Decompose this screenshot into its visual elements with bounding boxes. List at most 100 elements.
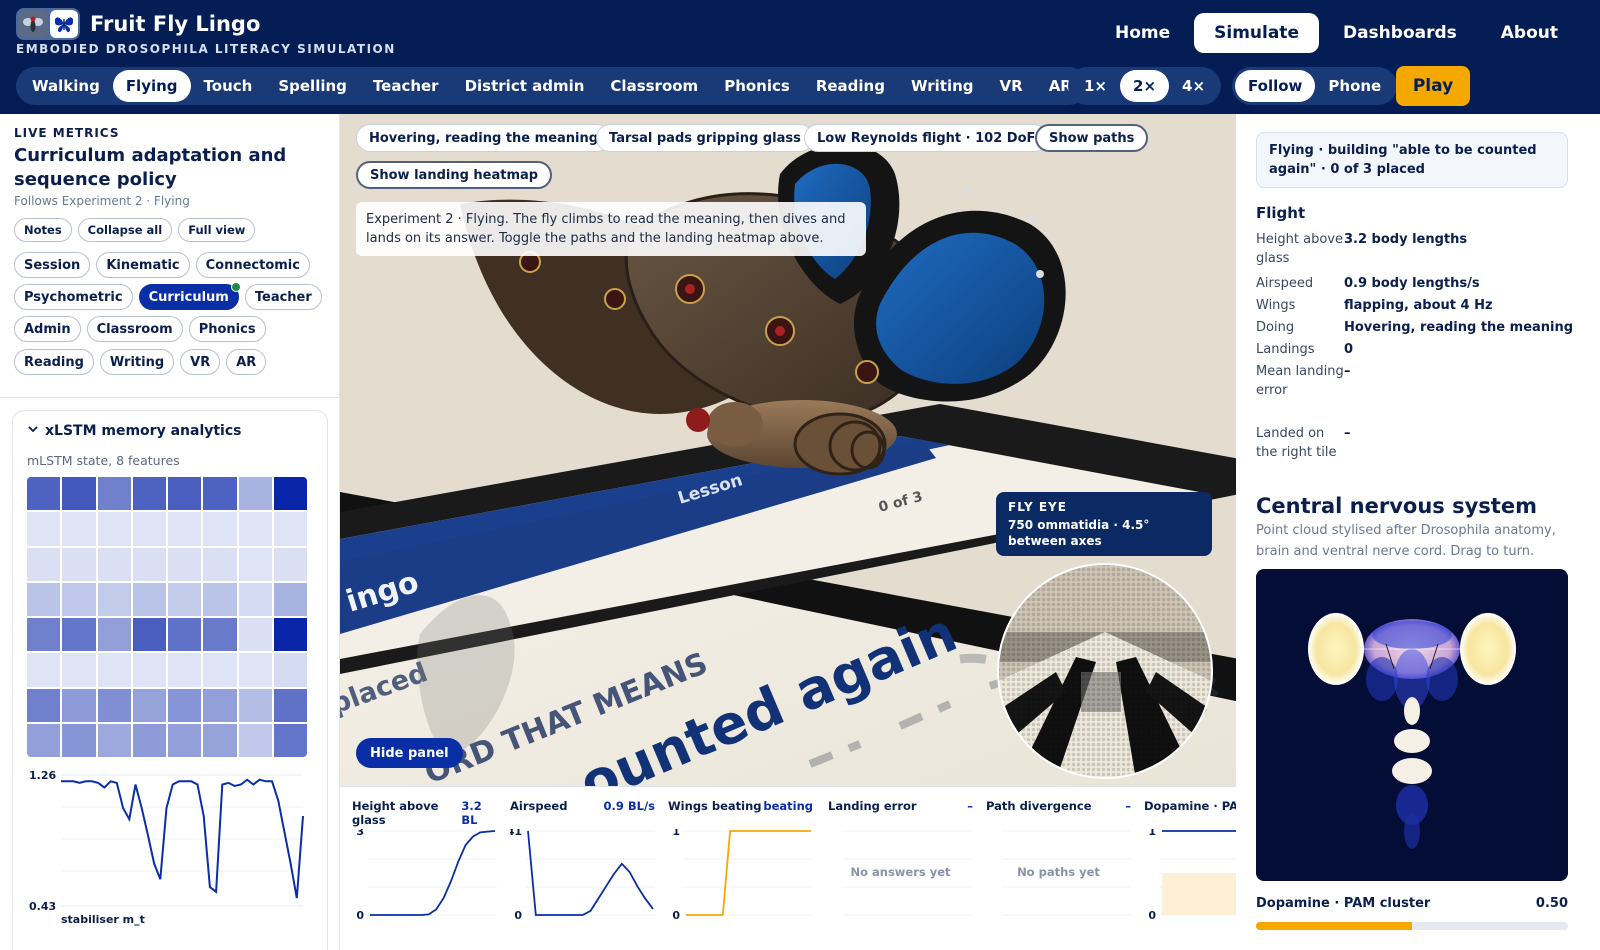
speed-2x[interactable]: 2× (1120, 70, 1170, 102)
mode-tab-touch[interactable]: Touch (191, 70, 266, 102)
mode-tab-walking[interactable]: Walking (19, 70, 113, 102)
nav-dashboards[interactable]: Dashboards (1323, 13, 1477, 53)
flight-value: flapping, about 4 Hz (1344, 298, 1493, 313)
panel-chip-teacher[interactable]: Teacher (244, 284, 322, 310)
view-follow[interactable]: Follow (1235, 70, 1316, 102)
telemetry-chart-value: – (1125, 799, 1131, 813)
heatmap-cell (27, 512, 61, 546)
telemetry-chart-header: Path divergence – (986, 799, 1131, 813)
telemetry-chart-value: – (967, 799, 973, 813)
cns-point-cloud[interactable] (1256, 569, 1568, 881)
heatmap-cell (132, 688, 166, 722)
view-phone[interactable]: Phone (1315, 70, 1394, 102)
mode-tab-flying[interactable]: Flying (112, 70, 191, 102)
mode-tab-district-admin[interactable]: District admin (452, 70, 598, 102)
top-nav: Home Simulate Dashboards About (1095, 13, 1578, 53)
heatmap-cell (97, 477, 131, 511)
panel-chip-session[interactable]: Session (14, 252, 91, 278)
panel-chip-phonics[interactable]: Phonics (188, 316, 266, 342)
heatmap-cell (132, 512, 166, 546)
telemetry-chart-plot (1002, 830, 1131, 916)
telemetry-chart-title: Height above glass (352, 799, 439, 827)
telemetry-chart-plot: 30 (356, 829, 497, 922)
flight-key: Height above glass (1256, 232, 1343, 266)
panel-chip-row: Admin Classroom Phonics (14, 316, 266, 342)
flight-key: Airspeed (1256, 276, 1314, 291)
telemetry-chart-wings-beating: Wings beating beating 1 0 (668, 799, 813, 949)
fly-eye-panel: FLY EYE 750 ommatidia · 4.5° between axe… (996, 492, 1212, 556)
telemetry-axis-label: 41 (510, 829, 522, 838)
spark-ymin-label: 0.43 (29, 900, 56, 913)
heatmap-cell (238, 582, 272, 616)
heatmap-cell (27, 547, 61, 581)
flight-row: Doing Hovering, reading the meaning (1256, 318, 1586, 337)
cns-description: Point cloud stylised after Drosophila an… (1256, 523, 1556, 559)
spark-ymax-label: 1.26 (29, 769, 56, 782)
flight-value: – (1344, 426, 1351, 441)
heatmap-cell (27, 723, 61, 757)
telemetry-chart-title: Path divergence (986, 799, 1092, 813)
heatmap-cell (203, 653, 237, 687)
task-status: Flying · building "able to be counted ag… (1256, 132, 1568, 188)
cns-heading: Central nervous system (1256, 494, 1537, 518)
panel-chip-kinematic[interactable]: Kinematic (96, 252, 190, 278)
heatmap-cell (62, 582, 96, 616)
flight-key: Mean landing error (1256, 364, 1344, 398)
mode-tab-reading[interactable]: Reading (803, 70, 898, 102)
mode-tab-classroom[interactable]: Classroom (597, 70, 711, 102)
action-full-view[interactable]: Full view (178, 218, 256, 242)
show-landing-heatmap-button[interactable]: Show landing heatmap (356, 161, 553, 189)
panel-chip-admin[interactable]: Admin (14, 316, 81, 342)
heatmap-cell (168, 653, 202, 687)
mode-tab-vr[interactable]: VR (987, 70, 1036, 102)
dopamine-bar (1256, 922, 1568, 930)
show-paths-button[interactable]: Show paths (1035, 124, 1149, 152)
heatmap-cell (273, 723, 307, 757)
heatmap-cell (273, 688, 307, 722)
mode-tab-spelling[interactable]: Spelling (265, 70, 360, 102)
simulation-viewport[interactable]: Lesson 0 of 3 ingo placed ORD THAT MEANS… (340, 114, 1236, 950)
heatmap-cell (27, 653, 61, 687)
speed-1x[interactable]: 1× (1071, 70, 1120, 102)
heatmap-cell (97, 618, 131, 652)
heatmap-cell (97, 512, 131, 546)
memory-analytics-card: xLSTM memory analytics mLSTM state, 8 fe… (12, 410, 328, 950)
heatmap-cell (62, 653, 96, 687)
heatmap-cell (273, 547, 307, 581)
heatmap-cell (238, 723, 272, 757)
mode-tab-writing[interactable]: Writing (898, 70, 987, 102)
memory-card-header[interactable]: xLSTM memory analytics (27, 423, 242, 439)
mode-tab-phonics[interactable]: Phonics (711, 70, 803, 102)
action-notes[interactable]: Notes (14, 218, 72, 242)
panel-chip-reading[interactable]: Reading (14, 349, 94, 375)
heatmap-cell (62, 618, 96, 652)
panel-chip-connectomic[interactable]: Connectomic (195, 252, 310, 278)
flight-key: Wings (1256, 298, 1296, 313)
telemetry-axis-label: 0 (1148, 909, 1156, 922)
telemetry-chart-header: Dopamine · PAM (1144, 799, 1236, 813)
mode-tab-teacher[interactable]: Teacher (360, 70, 452, 102)
nav-simulate[interactable]: Simulate (1194, 13, 1319, 53)
live-metrics-panel: LIVE METRICS Curriculum adaptation and s… (0, 114, 340, 950)
panel-chip-classroom[interactable]: Classroom (86, 316, 183, 342)
heatmap-cell (132, 618, 166, 652)
panel-chip-ar[interactable]: AR (226, 349, 267, 375)
experiment-caption: Experiment 2 · Flying. The fly climbs to… (356, 202, 866, 256)
telemetry-chart-height-above-glass: Height above glass 3.2 BL 3 0 (352, 799, 497, 949)
telemetry-strip: Height above glass 3.2 BL 3 0 Airspeed 0.9 BL… (340, 786, 1236, 950)
fly-eye-description: 750 ommatidia · 4.5° between axes (1008, 518, 1150, 548)
panel-chip-curriculum[interactable]: Curriculum (138, 282, 241, 310)
heatmap-cell (62, 512, 96, 546)
panel-chip-writing[interactable]: Writing (99, 349, 175, 375)
action-collapse-all[interactable]: Collapse all (77, 218, 173, 242)
heatmap-cell (132, 477, 166, 511)
panel-chip-psychometric[interactable]: Psychometric (14, 284, 133, 310)
panel-chip-vr[interactable]: VR (180, 349, 221, 375)
nav-home[interactable]: Home (1095, 13, 1190, 53)
play-button[interactable]: Play (1396, 66, 1470, 106)
hide-panel-button[interactable]: Hide panel (356, 738, 463, 768)
app-title: Fruit Fly Lingo (90, 12, 261, 36)
speed-4x[interactable]: 4× (1169, 70, 1218, 102)
heatmap-cell (132, 582, 166, 616)
nav-about[interactable]: About (1481, 13, 1578, 53)
